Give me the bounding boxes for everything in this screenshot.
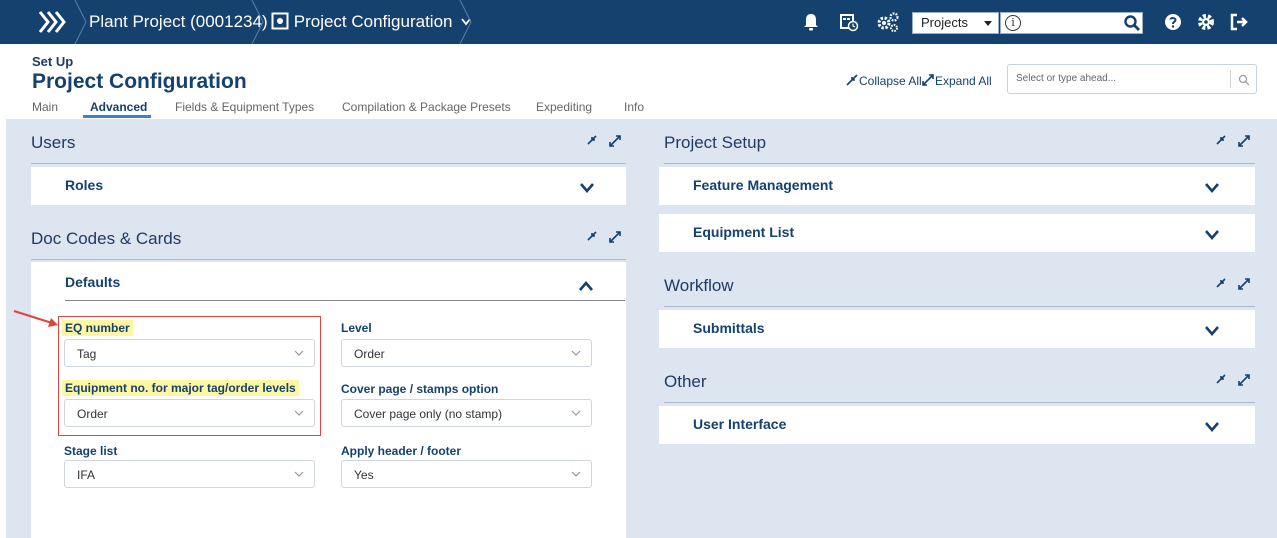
section-collapse-expand-controls[interactable]	[1215, 373, 1253, 389]
annotation-arrow-icon	[13, 309, 58, 327]
gear-icon[interactable]	[1195, 11, 1217, 33]
section-title: Other	[664, 372, 707, 391]
card-roles[interactable]: Roles	[31, 167, 626, 205]
section-title: Workflow	[664, 276, 734, 295]
chevron-down-icon	[571, 471, 581, 477]
logout-icon[interactable]	[1228, 11, 1250, 33]
section-title: Users	[31, 133, 76, 152]
caret-down-icon	[984, 21, 992, 26]
chevron-down-icon	[571, 350, 581, 356]
section-workflow: Workflow	[664, 273, 1255, 307]
card-divider	[65, 300, 625, 301]
setup-label: Set Up	[32, 54, 74, 69]
card-equipment-list[interactable]: Equipment List	[659, 214, 1255, 252]
tab-main[interactable]: Main	[32, 100, 58, 114]
apply-header-footer-select[interactable]: Yes	[341, 460, 592, 488]
top-navigation-bar: Plant Project (0001234) Project Configur…	[0, 0, 1277, 44]
stage-list-label: Stage list	[64, 444, 118, 458]
section-other: Other	[664, 369, 1255, 403]
cover-page-value: Cover page only (no stamp)	[354, 407, 503, 421]
card-title: Equipment List	[693, 224, 795, 240]
tab-info[interactable]: Info	[624, 100, 644, 114]
level-value: Order	[354, 347, 385, 361]
section-search-placeholder: Select or type ahead...	[1016, 73, 1117, 84]
global-search-input[interactable]: i	[1000, 12, 1143, 34]
section-project-setup: Project Setup	[664, 130, 1255, 164]
card-user-interface[interactable]: User Interface	[659, 406, 1255, 444]
annotation-highlight-box	[58, 316, 321, 436]
chevron-down-icon[interactable]	[1204, 182, 1220, 194]
stage-list-value: IFA	[77, 468, 96, 482]
config-page-icon	[271, 12, 289, 30]
chevron-down-icon	[294, 471, 304, 477]
chevron-down-icon[interactable]	[579, 182, 595, 194]
card-title: User Interface	[693, 416, 787, 432]
card-feature-management[interactable]: Feature Management	[659, 167, 1255, 205]
section-collapse-expand-controls[interactable]	[1215, 134, 1253, 150]
search-divider	[1230, 70, 1231, 88]
level-label: Level	[341, 321, 372, 335]
breadcrumb-current-label: Project Configuration	[293, 12, 453, 31]
chevron-down-icon[interactable]	[1204, 229, 1220, 241]
stage-list-select[interactable]: IFA	[64, 460, 315, 488]
search-icon[interactable]	[1238, 73, 1250, 86]
collapse-icon	[846, 74, 858, 86]
collapse-all-button[interactable]: Collapse All	[846, 74, 922, 88]
page-title: Project Configuration	[32, 70, 247, 93]
chevron-down-icon[interactable]	[1204, 325, 1220, 337]
section-divider	[31, 163, 626, 164]
expand-all-label: Expand All	[935, 74, 992, 88]
projects-select[interactable]: Projects	[912, 12, 999, 34]
section-divider	[664, 402, 1255, 403]
chevron-down-icon	[571, 410, 581, 416]
tab-compilation-package-presets[interactable]: Compilation & Package Presets	[342, 100, 511, 114]
apply-header-footer-label: Apply header / footer	[341, 444, 462, 458]
card-title: Submittals	[693, 320, 765, 336]
expand-icon	[922, 74, 934, 86]
apply-header-footer-value: Yes	[354, 468, 374, 482]
breadcrumb-separator	[459, 0, 472, 44]
section-collapse-expand-controls[interactable]	[586, 134, 624, 150]
breadcrumb-separator	[251, 0, 264, 44]
breadcrumb-separator	[74, 0, 87, 44]
search-icon[interactable]	[1123, 14, 1141, 32]
active-tab-indicator	[83, 115, 151, 118]
section-collapse-expand-controls[interactable]	[1215, 277, 1253, 293]
section-collapse-expand-controls[interactable]	[586, 230, 624, 246]
breadcrumb-project[interactable]: Plant Project (0001234)	[89, 0, 268, 44]
section-title: Doc Codes & Cards	[31, 229, 182, 248]
expand-all-button[interactable]: Expand All	[922, 74, 992, 88]
tab-advanced[interactable]: Advanced	[90, 100, 147, 114]
section-doc-codes-cards: Doc Codes & Cards	[31, 226, 626, 260]
section-divider	[664, 306, 1255, 307]
card-title: Feature Management	[693, 177, 834, 193]
chevron-up-icon[interactable]	[578, 280, 594, 292]
section-divider	[664, 163, 1255, 164]
level-select[interactable]: Order	[341, 339, 592, 367]
gears-icon[interactable]	[876, 11, 899, 33]
cover-page-label: Cover page / stamps option	[341, 382, 499, 396]
card-title: Defaults	[65, 274, 121, 290]
bell-icon[interactable]	[800, 11, 822, 33]
tab-fields-equipment-types[interactable]: Fields & Equipment Types	[175, 100, 314, 114]
section-users: Users	[31, 130, 626, 164]
calendar-clock-icon[interactable]	[838, 11, 860, 33]
breadcrumb-current-page[interactable]: Project Configuration	[271, 0, 471, 44]
section-search-input[interactable]: Select or type ahead...	[1007, 64, 1257, 94]
projects-select-value: Projects	[921, 15, 968, 30]
collapse-all-label: Collapse All	[859, 74, 922, 88]
tab-expediting[interactable]: Expediting	[536, 100, 592, 114]
question-icon[interactable]	[1162, 11, 1184, 33]
chevron-down-icon[interactable]	[1204, 421, 1220, 433]
section-title: Project Setup	[664, 133, 767, 152]
card-title: Roles	[65, 177, 104, 193]
cover-page-select[interactable]: Cover page only (no stamp)	[341, 399, 592, 427]
card-submittals[interactable]: Submittals	[659, 310, 1255, 348]
menu-chevrons-icon[interactable]	[34, 6, 74, 38]
section-divider	[31, 259, 626, 260]
info-icon: i	[1005, 15, 1021, 31]
